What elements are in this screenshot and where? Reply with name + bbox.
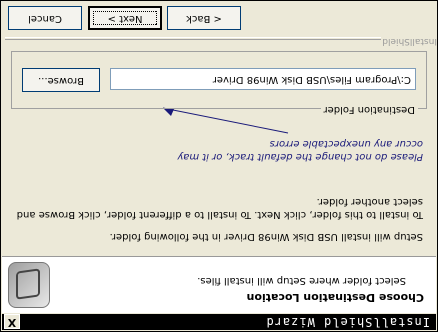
installer-window: InstallShield Wizard X Choose Destinatio… bbox=[0, 0, 438, 332]
destination-path-field: C:\Program Files\USB Disk Win98 Driver bbox=[110, 68, 416, 90]
installshield-logo-icon bbox=[8, 262, 50, 308]
back-button[interactable]: < Back bbox=[167, 6, 241, 30]
page-title: Choose Destination Location bbox=[246, 291, 424, 304]
annotation: Please do not change the default track, … bbox=[153, 107, 423, 163]
next-button[interactable]: Next > bbox=[88, 6, 162, 30]
rotated-screen: InstallShield Wizard X Choose Destinatio… bbox=[0, 0, 438, 332]
installshield-brand: InstallShield bbox=[382, 36, 437, 46]
page-subtitle: Select folder where Setup will install f… bbox=[197, 275, 406, 286]
title-bar[interactable]: InstallShield Wizard X bbox=[2, 314, 436, 330]
annotation-arrow-head bbox=[163, 108, 174, 116]
cancel-button[interactable]: Cancel bbox=[8, 6, 82, 30]
annotation-arrow-line bbox=[162, 107, 289, 134]
install-instructions-text: To install to this folder, click Next. T… bbox=[16, 196, 423, 220]
destination-folder-label: Destination Folder bbox=[320, 104, 418, 115]
footer-separator bbox=[5, 37, 381, 40]
focus-rectangle bbox=[93, 11, 157, 25]
logo-glyph bbox=[16, 268, 40, 300]
wizard-header: Choose Destination Location Select folde… bbox=[2, 256, 436, 313]
window-title: InstallShield Wizard bbox=[265, 315, 431, 329]
browse-button[interactable]: Browse... bbox=[22, 68, 100, 92]
destination-folder-group: Destination Folder C:\Program Files\USB … bbox=[11, 51, 427, 115]
close-button[interactable]: X bbox=[4, 314, 20, 329]
install-info-text: Setup will install USB Disk Win98 Driver… bbox=[109, 231, 423, 242]
